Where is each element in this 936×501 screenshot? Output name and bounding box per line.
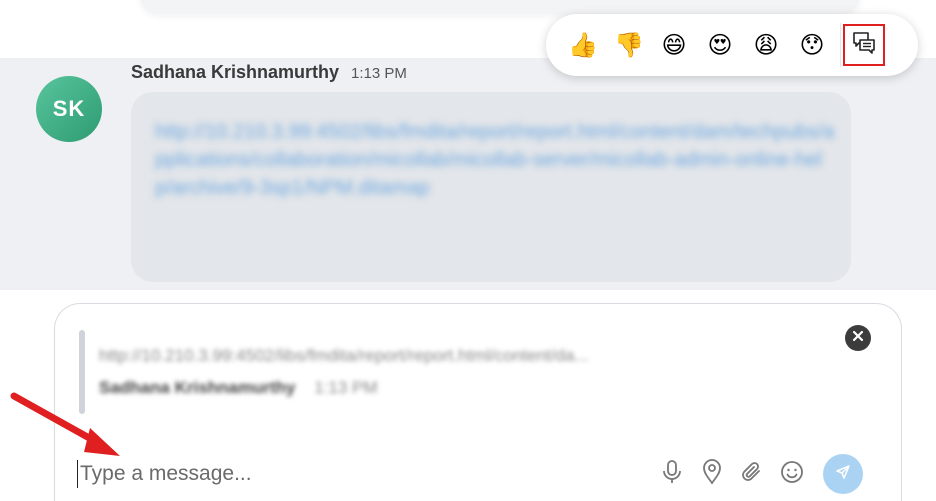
message-header: Sadhana Krishnamurthy 1:13 PM: [131, 62, 407, 83]
composer-tools: [659, 454, 863, 494]
thumbs-up-reaction[interactable]: 👍: [568, 31, 598, 59]
smiley-icon: [780, 460, 804, 489]
toolbar-divider: [840, 23, 841, 67]
reply-thread-icon: [851, 30, 877, 61]
sender-name: Sadhana Krishnamurthy: [131, 62, 340, 82]
microphone-button[interactable]: [659, 459, 685, 490]
reaction-toolbar: 👍 👎 😄 😍 😩 😯: [546, 14, 918, 76]
microphone-icon: [661, 459, 683, 490]
close-quote-button[interactable]: [845, 325, 871, 351]
emoji-button[interactable]: [779, 460, 805, 489]
thumbs-down-reaction[interactable]: 👎: [614, 31, 644, 59]
message-input-wrap: [77, 456, 637, 492]
quote-meta: Sadhana Krishnamurthy 1:13 PM: [99, 378, 378, 398]
send-icon: [835, 464, 851, 485]
avatar-initials: SK: [52, 96, 86, 121]
location-pin-icon: [701, 458, 723, 490]
message-time: 1:13 PM: [351, 65, 407, 82]
paperclip-icon: [740, 460, 764, 489]
weary-reaction[interactable]: 😩: [752, 31, 780, 59]
message-composer: http://10.210.3.99:4502/libs/fmdita/repo…: [54, 303, 902, 501]
message-row[interactable]: SK Sadhana Krishnamurthy 1:13 PM http://…: [0, 58, 936, 290]
quote-time: 1:13 PM: [314, 378, 378, 397]
message-link[interactable]: http://10.210.3.99:4502/libs/fmdita/repo…: [155, 118, 835, 202]
message-input[interactable]: [80, 462, 600, 486]
quote-bar: [79, 330, 85, 414]
close-icon: [852, 329, 864, 347]
avatar[interactable]: SK: [36, 76, 102, 142]
chat-view: SK Sadhana Krishnamurthy 1:13 PM http://…: [0, 0, 936, 501]
hushed-reaction[interactable]: 😯: [798, 31, 826, 59]
text-caret: [77, 460, 78, 488]
send-button[interactable]: [823, 454, 863, 494]
heart-eyes-reaction[interactable]: 😍: [706, 31, 734, 59]
quote-sender-name: Sadhana Krishnamurthy: [99, 378, 296, 397]
reply-quote: http://10.210.3.99:4502/libs/fmdita/repo…: [79, 330, 849, 414]
grinning-reaction[interactable]: 😄: [660, 31, 688, 59]
message-bubble: http://10.210.3.99:4502/libs/fmdita/repo…: [131, 92, 851, 282]
attach-button[interactable]: [739, 461, 765, 487]
quote-text: http://10.210.3.99:4502/libs/fmdita/repo…: [99, 346, 589, 365]
reply-button[interactable]: [843, 24, 885, 66]
location-button[interactable]: [699, 458, 725, 490]
previous-message-bubble: [140, 0, 860, 14]
